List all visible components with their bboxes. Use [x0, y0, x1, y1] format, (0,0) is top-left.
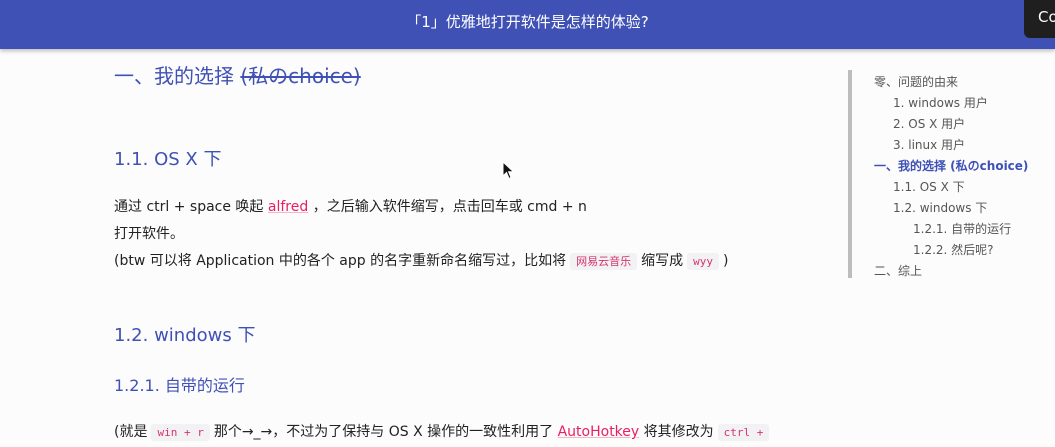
top-app-bar: 「1」优雅地打开软件是怎样的体验? Co — [0, 0, 1055, 49]
paragraph-osx-1: 通过 ctrl + space 唤起 alfred ，之后输入软件缩写，点击回车… — [114, 196, 587, 216]
text-segment: ) — [723, 253, 729, 269]
heading-windows: 1.2. windows 下 — [114, 325, 256, 346]
heading-builtin-run: 1.2.1. 自带的运行 — [114, 376, 245, 395]
toc-item[interactable]: 1.2. windows 下 — [893, 199, 987, 216]
text-segment: 通过 ctrl + space 唤起 — [114, 199, 268, 215]
toc-item[interactable]: 1.1. OS X 下 — [893, 178, 965, 195]
toc-item[interactable]: 1.2.2. 然后呢? — [913, 241, 994, 258]
paragraph-osx-2: 打开软件。 — [114, 226, 184, 242]
toc-item-active[interactable]: 一、我的选择 (私のchoice) — [874, 157, 1028, 174]
toc-item[interactable]: 3. linux 用户 — [893, 136, 965, 153]
inline-code: wyy — [687, 253, 719, 270]
mouse-pointer-icon — [502, 161, 515, 180]
toc-item[interactable]: 2. OS X 用户 — [893, 115, 965, 132]
text-segment: (就是 — [114, 424, 148, 440]
section-heading-my-choice: 一、我的选择 (私のchoice) — [114, 60, 361, 89]
text-segment: 那个→_→，不过为了保持与 OS X 操作的一致性利用了 — [213, 424, 558, 440]
paragraph-windows-1: (就是 win + r 那个→_→，不过为了保持与 OS X 操作的一致性利用了 A… — [114, 421, 773, 441]
inline-code: 网易云音乐 — [570, 253, 638, 270]
toc-item[interactable]: 二、综上 — [874, 262, 922, 279]
paragraph-osx-3: (btw 可以将 Application 中的各个 app 的名字重新命名缩写过… — [114, 250, 728, 270]
text-segment: 将其修改为 — [639, 424, 714, 440]
inline-code: win + r — [151, 424, 210, 441]
text-segment: ，之后输入软件缩写，点击回车或 cmd + n — [308, 199, 587, 215]
alfred-link[interactable]: alfred — [268, 199, 308, 215]
heading-osx: 1.1. OS X 下 — [114, 149, 222, 170]
text-segment: 缩写成 — [641, 253, 684, 269]
inline-code: ctrl + — [717, 424, 770, 441]
toc-item[interactable]: 1.2.1. 自带的运行 — [913, 220, 1011, 237]
corner-button[interactable]: Co — [1024, 0, 1055, 38]
toc-item[interactable]: 零、问题的由来 — [874, 73, 958, 90]
heading-strikethrough-text: (私のchoice) — [240, 64, 361, 88]
page-title: 「1」优雅地打开软件是怎样的体验? — [406, 13, 649, 31]
autohotkey-link[interactable]: AutoHotkey — [558, 424, 640, 440]
toc-item[interactable]: 1. windows 用户 — [893, 94, 988, 111]
table-of-contents: 零、问题的由来 1. windows 用户 2. OS X 用户 3. linu… — [848, 70, 1048, 278]
heading-main-text: 一、我的选择 — [114, 64, 234, 88]
text-segment: (btw 可以将 Application 中的各个 app 的名字重新命名缩写过… — [114, 253, 567, 269]
